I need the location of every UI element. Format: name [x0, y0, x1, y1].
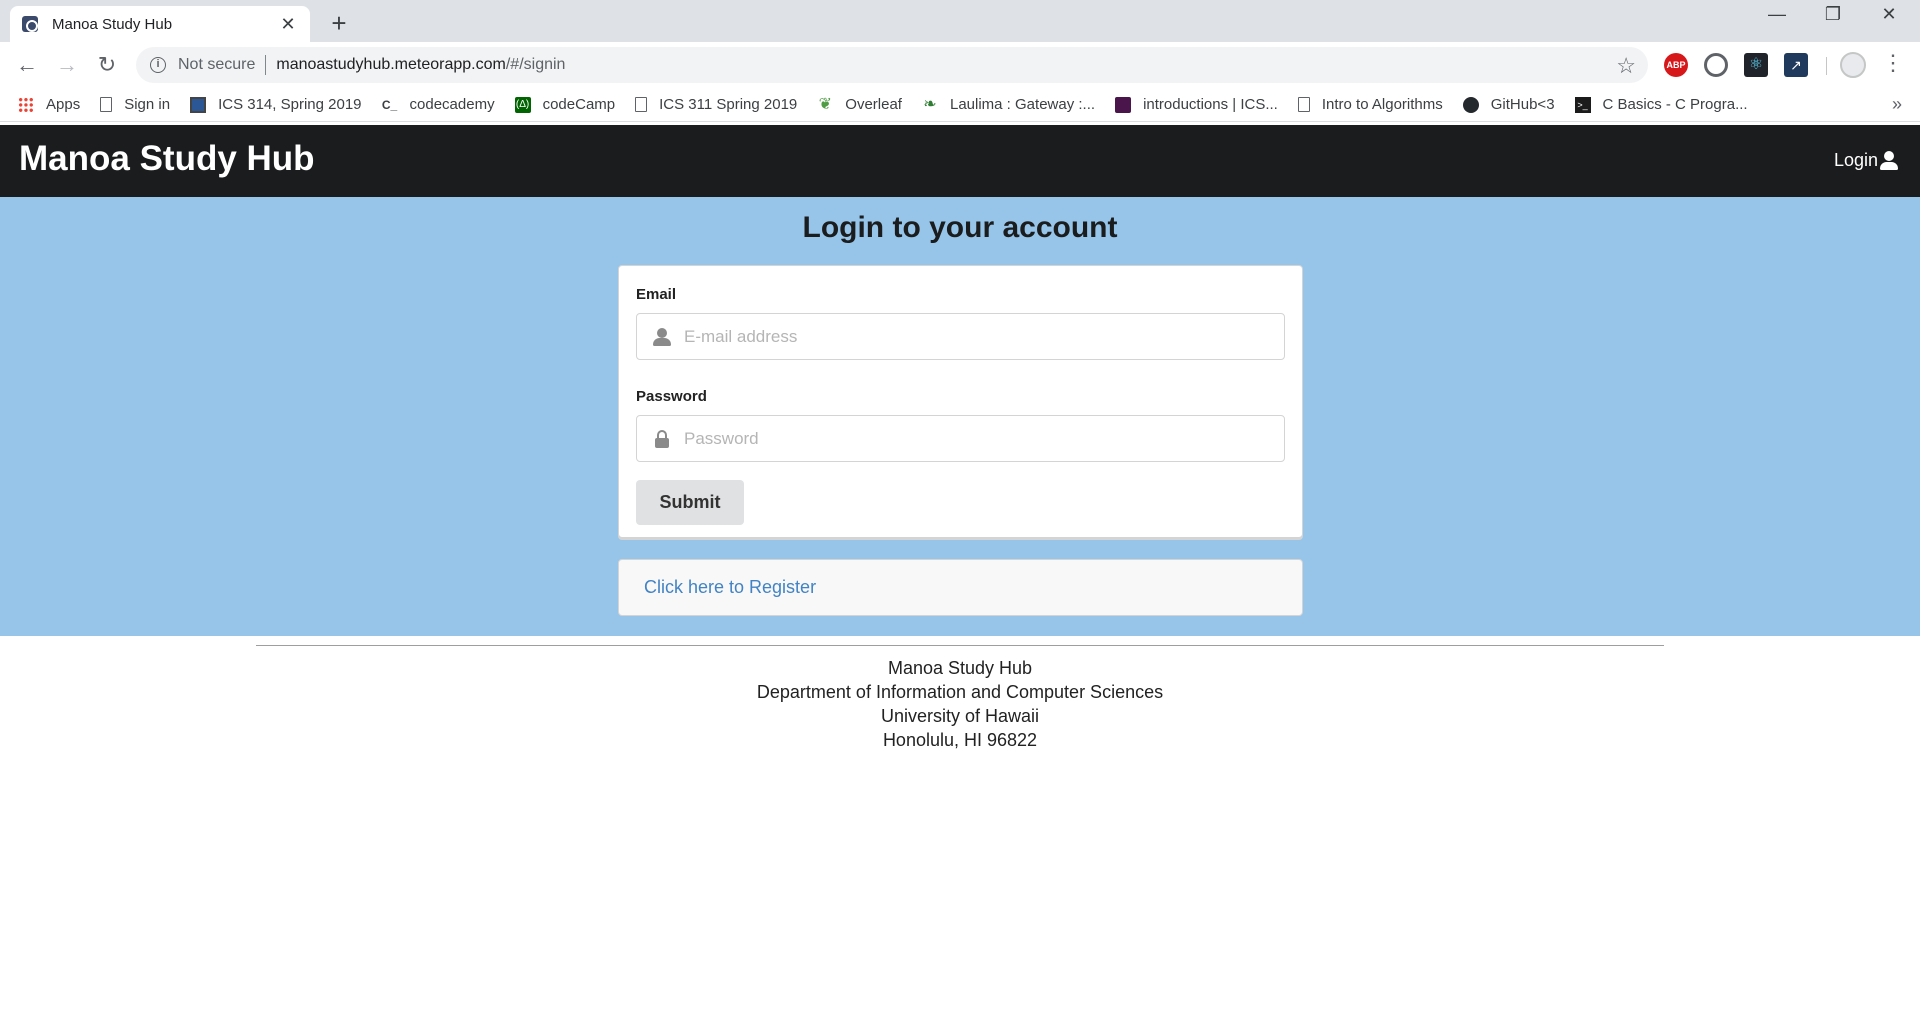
profile-avatar[interactable] — [1840, 52, 1866, 78]
address-separator — [265, 55, 267, 75]
browser-menu-icon[interactable]: ⋮ — [1882, 50, 1904, 76]
register-message: Click here to Register — [618, 559, 1303, 616]
terminal-icon: >_ — [1574, 96, 1591, 113]
bookmark-apps[interactable]: Apps — [18, 96, 80, 113]
bookmark-ics311[interactable]: ICS 311 Spring 2019 — [635, 96, 797, 113]
user-icon — [1880, 150, 1898, 171]
browser-tab-active[interactable]: Manoa Study Hub ✕ — [10, 6, 310, 42]
footer-divider — [256, 645, 1664, 646]
url-host[interactable]: manoastudyhub.meteorapp.com — [276, 56, 505, 74]
bookmark-codecademy[interactable]: C_ codecademy — [382, 96, 495, 113]
login-label: Login — [1833, 150, 1878, 170]
page-icon — [1297, 97, 1310, 112]
register-link[interactable]: Click here to Register — [644, 577, 816, 597]
bookmark-label: codeCamp — [542, 96, 616, 113]
footer-address: Honolulu, HI 96822 — [882, 730, 1038, 750]
signin-section: Login to your account Email Password Sub… — [0, 197, 1920, 636]
bookmark-c-basics[interactable]: >_ C Basics - C Progra... — [1574, 96, 1748, 113]
forward-arrow-icon[interactable]: → — [52, 50, 82, 80]
bookmark-laulima[interactable]: ❧ Laulima : Gateway :... — [922, 96, 1095, 113]
page-title: Login to your account — [802, 211, 1118, 244]
bookmark-label: Sign in — [124, 96, 171, 113]
info-icon[interactable]: i — [150, 57, 166, 73]
bookmark-codecamp[interactable]: (Δ) codeCamp — [514, 96, 616, 113]
submit-button[interactable]: Submit — [636, 480, 744, 525]
slack-icon — [1115, 96, 1132, 113]
browser-tabstrip: Manoa Study Hub ✕ + — ❐ ✕ — [0, 0, 1920, 42]
bookmark-label: Overleaf — [845, 96, 902, 113]
site-navbar: Manoa Study Hub Login — [0, 125, 1920, 197]
bookmark-label: C Basics - C Progra... — [1602, 96, 1748, 113]
bookmarks-bar: Apps Sign in ICS 314, Spring 2019 C_ cod… — [0, 88, 1920, 122]
bookmark-sign-in[interactable]: Sign in — [100, 96, 170, 113]
password-field[interactable] — [637, 416, 1284, 461]
meteor-favicon-icon — [22, 16, 38, 32]
bookmark-star-icon[interactable]: ☆ — [1616, 53, 1636, 79]
password-label: Password — [636, 388, 707, 405]
footer-department: Department of Information and Computer S… — [756, 682, 1164, 702]
bookmark-label: Laulima : Gateway :... — [949, 96, 1096, 113]
bookmark-label: ICS 311 Spring 2019 — [659, 96, 798, 113]
bookmark-intro-algorithms[interactable]: Intro to Algorithms — [1297, 96, 1443, 113]
tab-title: Manoa Study Hub — [52, 15, 173, 33]
page-icon — [100, 97, 113, 112]
sync-extension-icon[interactable] — [1704, 53, 1728, 77]
address-bar[interactable]: i Not secure manoastudyhub.meteorapp.com… — [136, 47, 1648, 83]
window-close-button[interactable]: ✕ — [1866, 4, 1912, 25]
bookmark-github[interactable]: GitHub<3 — [1462, 96, 1555, 113]
ics314-icon — [190, 96, 207, 113]
window-maximize-button[interactable]: ❐ — [1810, 4, 1856, 25]
toolbar-divider — [1826, 57, 1827, 75]
bookmarks-overflow-icon[interactable]: » — [1892, 94, 1902, 115]
window-minimize-button[interactable]: — — [1754, 4, 1800, 25]
password-field-wrapper — [636, 415, 1285, 462]
bookmark-label: Apps — [46, 96, 81, 113]
bookmark-ics314[interactable]: ICS 314, Spring 2019 — [190, 96, 362, 113]
laulima-icon: ❧ — [923, 95, 937, 113]
overleaf-icon: ❦ — [818, 95, 832, 113]
bookmark-label: GitHub<3 — [1490, 96, 1555, 113]
react-devtools-icon[interactable]: ⚛ — [1744, 53, 1768, 77]
footer-university: University of Hawaii — [880, 706, 1040, 726]
bookmark-introductions[interactable]: introductions | ICS... — [1115, 96, 1278, 113]
codecademy-icon: C_ — [381, 97, 398, 112]
apps-grid-icon — [18, 96, 34, 113]
bookmark-overleaf[interactable]: ❦ Overleaf — [817, 96, 902, 113]
security-status[interactable]: Not secure — [178, 56, 255, 74]
adblock-extension-icon[interactable]: ABP — [1664, 53, 1688, 77]
email-label: Email — [636, 286, 677, 303]
extension-icon[interactable]: ↗ — [1784, 53, 1808, 77]
email-field-wrapper — [636, 313, 1285, 360]
tab-close-icon[interactable]: ✕ — [278, 14, 298, 35]
reload-icon[interactable]: ↻ — [92, 50, 122, 80]
bookmark-label: Intro to Algorithms — [1321, 96, 1443, 113]
user-icon — [653, 328, 671, 346]
codecamp-icon: (Δ) — [514, 96, 531, 113]
site-footer: Manoa Study Hub Department of Informatio… — [0, 656, 1920, 752]
bookmark-label: introductions | ICS... — [1143, 96, 1278, 113]
new-tab-button[interactable]: + — [325, 8, 353, 39]
lock-icon — [653, 430, 671, 448]
browser-toolbar: ← → ↻ i Not secure manoastudyhub.meteora… — [0, 42, 1920, 88]
page-icon — [635, 97, 648, 112]
back-arrow-icon[interactable]: ← — [12, 50, 42, 80]
site-brand[interactable]: Manoa Study Hub — [19, 139, 315, 179]
signin-form: Email Password Submit — [618, 265, 1303, 538]
bookmark-label: codecademy — [409, 96, 495, 113]
bookmark-label: ICS 314, Spring 2019 — [218, 96, 362, 113]
email-field[interactable] — [637, 314, 1284, 359]
footer-site-name: Manoa Study Hub — [887, 658, 1033, 678]
login-dropdown[interactable]: Login — [1834, 150, 1898, 171]
url-path[interactable]: /#/signin — [506, 56, 566, 74]
github-icon — [1462, 96, 1479, 113]
